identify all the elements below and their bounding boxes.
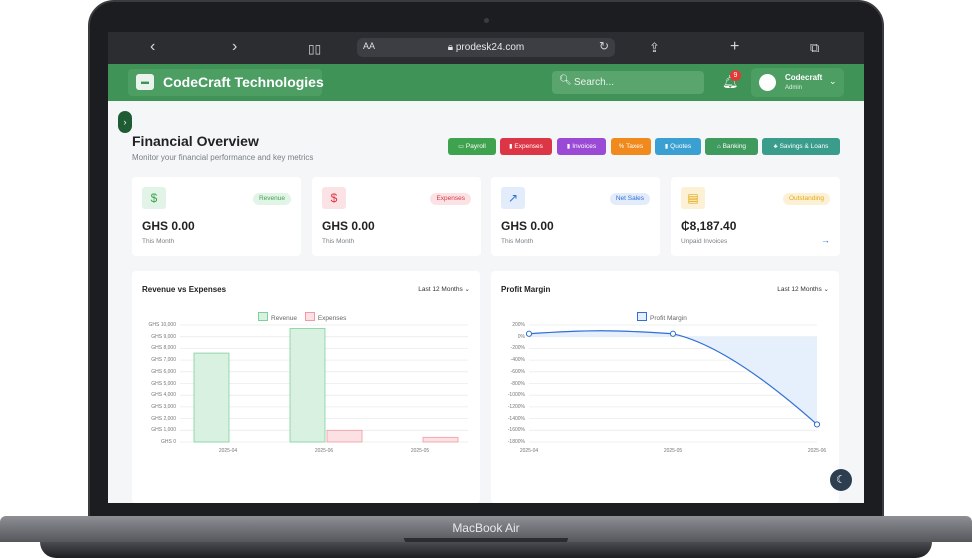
user-name: Codecraft bbox=[785, 73, 823, 82]
invoices-label: Invoices bbox=[572, 143, 597, 150]
app-header: ▬ CodeCraft Technologies 🔍︎ 🔔︎ 9 Codecra… bbox=[108, 64, 864, 101]
laptop-base: MacBook Air bbox=[0, 516, 972, 558]
brand-logo-icon: ▬ bbox=[136, 74, 154, 90]
quotes-label: Quotes bbox=[670, 143, 692, 150]
quote-icon: ▮ bbox=[664, 144, 669, 150]
lock-icon: 🔒︎ bbox=[447, 42, 454, 53]
moon-icon: ☾ bbox=[836, 474, 846, 486]
tabs-icon[interactable]: ⧉ bbox=[810, 39, 819, 57]
brand[interactable]: ▬ CodeCraft Technologies bbox=[128, 69, 324, 96]
device-label: MacBook Air bbox=[452, 521, 520, 535]
user-menu[interactable]: Codecraft Admin ⌄ bbox=[751, 68, 844, 97]
chevron-down-icon: ⌄ bbox=[829, 76, 837, 86]
stat-card-outstanding[interactable]: ▤ Outstanding ₵8,187.40 Unpaid Invoices … bbox=[671, 177, 840, 256]
revenue-bar bbox=[193, 352, 230, 443]
banking-button[interactable]: ⌂ Banking bbox=[705, 138, 758, 155]
stat-value: GHS 0.00 bbox=[142, 219, 195, 233]
stat-badge: Net Sales bbox=[609, 193, 650, 205]
savings-loans-button[interactable]: ♣ Savings & Loans bbox=[762, 138, 840, 155]
payroll-button[interactable]: ▭ Payroll bbox=[448, 138, 496, 155]
expenses-bar bbox=[326, 429, 363, 443]
book-icon[interactable]: ▯▯ bbox=[308, 40, 321, 58]
plus-icon[interactable]: + bbox=[730, 38, 739, 56]
address-bar[interactable]: AA 🔒︎ prodesk24.com ↻ bbox=[357, 38, 615, 57]
area-fill bbox=[529, 330, 817, 425]
stat-value: GHS 0.00 bbox=[501, 219, 554, 233]
notifications-button[interactable]: 🔔︎ 9 bbox=[720, 70, 741, 92]
chevron-right-icon: › bbox=[123, 117, 127, 127]
browser-toolbar: ‹ › ▯▯ AA 🔒︎ prodesk24.com ↻ ⇪ + ⧉ bbox=[108, 32, 864, 64]
stat-card-net-sales: ↗ Net Sales GHS 0.00 This Month bbox=[491, 177, 660, 256]
invoice-icon: ▤ bbox=[681, 187, 705, 209]
data-point bbox=[525, 330, 533, 337]
percent-icon: % bbox=[618, 144, 625, 150]
stat-label: This Month bbox=[501, 238, 534, 245]
share-icon[interactable]: ⇪ bbox=[649, 39, 660, 57]
avatar bbox=[759, 74, 776, 91]
quotes-button[interactable]: ▮ Quotes bbox=[655, 138, 701, 155]
area-chart-svg bbox=[525, 324, 821, 443]
piggy-bank-icon: ♣ bbox=[773, 144, 778, 150]
dark-mode-toggle[interactable]: ☾ bbox=[830, 469, 852, 491]
invoice-icon: ▮ bbox=[566, 144, 571, 150]
stat-card-expenses: $ Expenses GHS 0.00 This Month bbox=[312, 177, 481, 256]
stat-badge: Outstanding bbox=[782, 193, 830, 205]
profit-margin-panel: Profit Margin Last 12 Months ⌄ Profit Ma… bbox=[491, 271, 839, 503]
bar-chart-svg bbox=[180, 324, 468, 443]
taxes-label: Taxes bbox=[626, 143, 644, 150]
stat-card-revenue: $ Revenue GHS 0.00 This Month bbox=[132, 177, 301, 256]
arrow-right-icon[interactable]: → bbox=[821, 235, 830, 245]
stat-badge: Revenue bbox=[252, 193, 291, 205]
payroll-label: Payroll bbox=[465, 143, 486, 150]
invoices-button[interactable]: ▮ Invoices bbox=[557, 138, 606, 155]
money-icon: ▭ bbox=[458, 144, 464, 150]
revenue-bar bbox=[289, 328, 326, 443]
stat-label: This Month bbox=[322, 238, 355, 245]
search-input[interactable] bbox=[574, 74, 698, 90]
data-point bbox=[813, 421, 821, 428]
camera-dot bbox=[484, 18, 489, 23]
sidebar-toggle-button[interactable]: › bbox=[118, 111, 132, 133]
banking-label: Banking bbox=[722, 143, 747, 150]
stat-value: GHS 0.00 bbox=[322, 219, 375, 233]
brand-name: CodeCraft Technologies bbox=[163, 74, 324, 90]
chart-line-icon: ↗ bbox=[501, 187, 525, 209]
data-point bbox=[669, 330, 677, 337]
reload-icon[interactable]: ↻ bbox=[599, 39, 609, 53]
dollar-icon: $ bbox=[142, 187, 166, 209]
stat-label: This Month bbox=[142, 238, 175, 245]
search-box[interactable]: 🔍︎ bbox=[552, 71, 704, 94]
revenue-expenses-panel: Revenue vs Expenses Last 12 Months ⌄ Rev… bbox=[132, 271, 480, 503]
user-role: Admin bbox=[785, 85, 803, 91]
screen: ‹ › ▯▯ AA 🔒︎ prodesk24.com ↻ ⇪ + ⧉ ▬ Cod… bbox=[108, 32, 864, 503]
expenses-label: Expenses bbox=[514, 143, 543, 150]
savings-loans-label: Savings & Loans bbox=[779, 143, 829, 150]
taxes-button[interactable]: % Taxes bbox=[611, 138, 651, 155]
search-icon: 🔍︎ bbox=[559, 75, 572, 86]
back-icon[interactable]: ‹ bbox=[150, 38, 155, 56]
url-text: 🔒︎ prodesk24.com bbox=[357, 42, 615, 53]
expenses-bar bbox=[422, 436, 459, 443]
forward-icon[interactable]: › bbox=[232, 38, 237, 56]
stat-value: ₵8,187.40 bbox=[681, 219, 737, 233]
document-icon: ▮ bbox=[509, 144, 513, 150]
page-subtitle: Monitor your financial performance and k… bbox=[132, 153, 314, 162]
page-title: Financial Overview bbox=[132, 133, 259, 149]
receipt-icon: $ bbox=[322, 187, 346, 209]
base-bottom bbox=[40, 542, 932, 558]
notification-count-badge: 9 bbox=[730, 70, 741, 81]
stat-badge: Expenses bbox=[430, 193, 471, 205]
url-value: prodesk24.com bbox=[455, 42, 525, 53]
stat-label: Unpaid Invoices bbox=[681, 238, 728, 245]
bank-icon: ⌂ bbox=[716, 144, 721, 150]
expenses-button[interactable]: ▮ Expenses bbox=[500, 138, 552, 155]
